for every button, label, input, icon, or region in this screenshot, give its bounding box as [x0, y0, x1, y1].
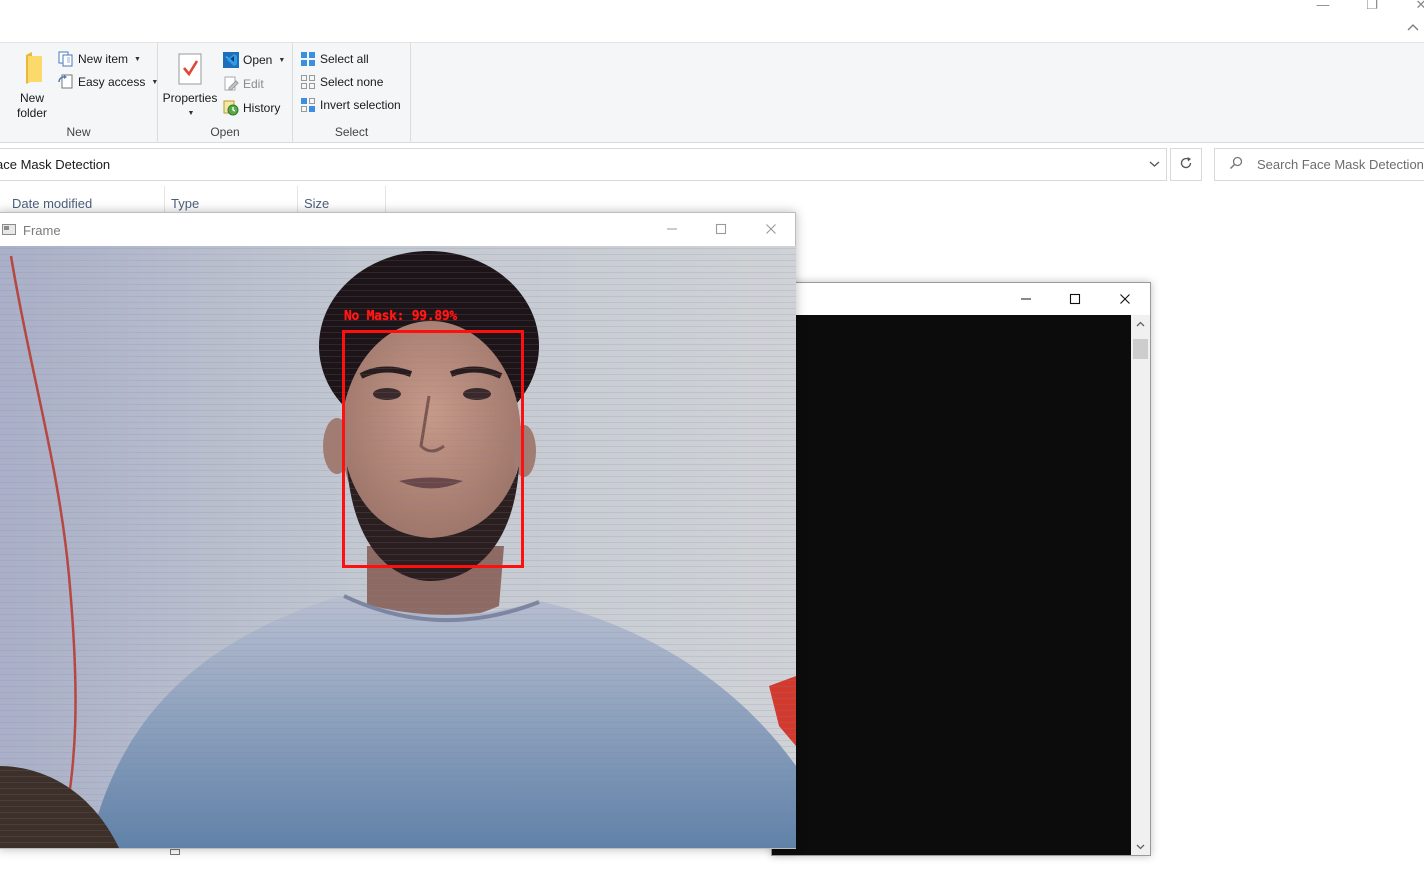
select-all-label: Select all	[320, 52, 369, 66]
column-type[interactable]: Type	[165, 186, 298, 214]
history-button[interactable]: History	[223, 97, 280, 119]
webcam-video-frame: No Mask: 99.89%	[0, 246, 796, 848]
refresh-button[interactable]	[1170, 148, 1202, 181]
ribbon-group-open: Properties ▼ Open ▼ Edit History Open	[158, 43, 293, 143]
frame-minimize-button[interactable]	[647, 213, 697, 245]
chevron-down-icon: ▼	[278, 56, 286, 64]
folder-icon	[18, 51, 46, 87]
app-window-icon	[2, 224, 16, 235]
minimize-button[interactable]: —	[1300, 0, 1346, 16]
console-output[interactable]	[772, 315, 1131, 855]
frame-close-button[interactable]	[746, 213, 796, 245]
select-none-icon	[300, 74, 316, 90]
select-none-button[interactable]: Select none	[300, 71, 383, 93]
column-date-modified[interactable]: Date modified	[0, 186, 165, 214]
frame-maximize-button[interactable]	[696, 213, 746, 245]
frame-window: Frame No Mask: 99.89%	[0, 212, 796, 849]
edit-icon	[223, 76, 239, 92]
ribbon-group-select: Select all Select none Invert selection …	[293, 43, 411, 143]
easy-access-label: Easy access	[78, 75, 146, 89]
search-placeholder: Search Face Mask Detection	[1257, 157, 1424, 172]
ribbon-group-new: New folder New item ▼ Easy access ▼ New	[0, 43, 158, 143]
explorer-title-bar: — ❐ ✕	[0, 0, 1424, 42]
easy-access-button[interactable]: Easy access ▼	[58, 71, 158, 93]
frame-title: Frame	[23, 223, 61, 238]
new-item-icon	[58, 51, 74, 67]
console-window	[771, 282, 1151, 856]
ribbon-group-new-label: New	[66, 125, 91, 139]
column-size[interactable]: Size	[298, 186, 386, 214]
history-icon	[223, 100, 239, 116]
chevron-down-icon	[1149, 159, 1160, 171]
ribbon: New folder New item ▼ Easy access ▼ New	[0, 42, 1424, 143]
ribbon-group-open-label: Open	[210, 125, 240, 139]
frame-title-bar[interactable]: Frame	[0, 213, 795, 246]
properties-button[interactable]: Properties ▼	[162, 49, 218, 121]
new-item-button[interactable]: New item ▼	[58, 48, 141, 70]
address-history-dropdown[interactable]	[1142, 149, 1166, 180]
chevron-down-icon: ▼	[134, 55, 141, 63]
select-all-button[interactable]: Select all	[300, 48, 369, 70]
invert-selection-button[interactable]: Invert selection	[300, 94, 401, 116]
close-button[interactable]: ✕	[1398, 0, 1424, 16]
window-resize-handle[interactable]	[170, 849, 180, 855]
console-close-button[interactable]	[1102, 283, 1148, 314]
restore-button[interactable]: ❐	[1349, 0, 1395, 16]
console-title-bar[interactable]	[772, 283, 1150, 315]
chevron-down-icon: ▼	[187, 110, 195, 117]
easy-access-icon	[58, 74, 74, 90]
vscode-icon	[223, 52, 239, 68]
history-label: History	[243, 101, 281, 115]
console-maximize-button[interactable]	[1052, 283, 1098, 314]
new-folder-label-1: New	[19, 91, 44, 105]
address-bar[interactable]: ace Mask Detection	[0, 148, 1167, 181]
properties-icon	[177, 51, 203, 87]
new-folder-button[interactable]: New folder	[12, 49, 52, 121]
select-all-icon	[300, 51, 316, 67]
scroll-down-icon[interactable]	[1131, 838, 1150, 855]
address-bar-row: ace Mask Detection Search Face Mask Dete…	[0, 148, 1424, 182]
console-scrollbar[interactable]	[1131, 315, 1150, 855]
open-button[interactable]: Open ▼	[223, 49, 285, 71]
console-minimize-button[interactable]	[1003, 283, 1049, 314]
refresh-icon	[1179, 156, 1193, 174]
properties-label: Properties	[162, 91, 218, 105]
new-item-label: New item	[78, 52, 129, 66]
ribbon-group-select-label: Select	[334, 125, 369, 139]
scroll-up-icon[interactable]	[1131, 315, 1150, 332]
new-folder-label-2: folder	[16, 106, 48, 120]
scroll-thumb[interactable]	[1133, 339, 1148, 359]
file-list-header: Date modified Type Size	[0, 186, 1424, 214]
invert-selection-label: Invert selection	[320, 98, 401, 112]
search-box[interactable]: Search Face Mask Detection	[1214, 148, 1424, 181]
edit-button[interactable]: Edit	[223, 73, 264, 95]
detection-label: No Mask: 99.89%	[344, 309, 457, 324]
select-none-label: Select none	[320, 75, 384, 89]
edit-label: Edit	[243, 77, 264, 91]
collapse-ribbon-icon[interactable]	[1406, 22, 1420, 36]
face-detection-box	[342, 330, 524, 568]
search-icon	[1229, 156, 1243, 173]
open-label: Open	[243, 53, 273, 67]
address-path: ace Mask Detection	[0, 157, 111, 172]
invert-selection-icon	[300, 97, 316, 113]
